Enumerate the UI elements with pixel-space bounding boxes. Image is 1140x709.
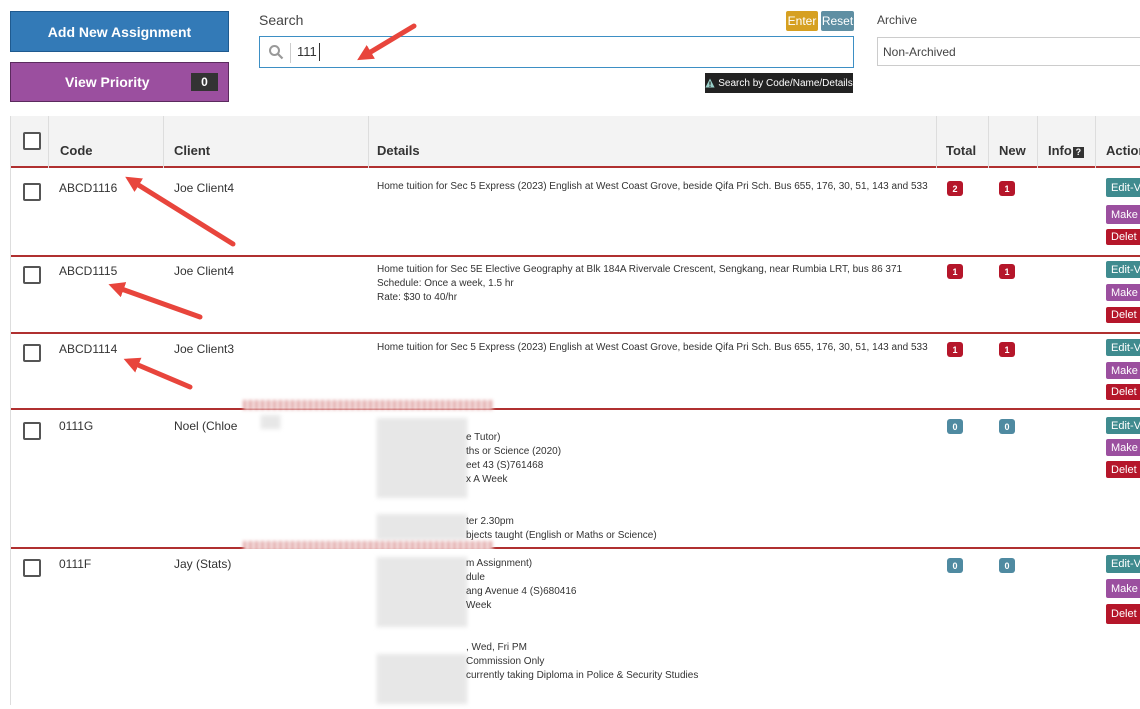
edit-button[interactable]: Edit-V: [1106, 339, 1140, 356]
delete-button[interactable]: Delet: [1106, 307, 1140, 323]
row-checkbox[interactable]: [23, 344, 41, 362]
total-badge[interactable]: 1: [947, 264, 963, 279]
search-input[interactable]: 111: [259, 36, 854, 68]
header-total[interactable]: Total: [946, 143, 976, 158]
table-row: 0111F Jay (Stats) m Assignment) dule ang…: [11, 549, 1140, 709]
table-row: ABCD1116 Joe Client4 Home tuition for Se…: [11, 168, 1140, 257]
header-new[interactable]: New: [999, 143, 1026, 158]
search-label: Search: [259, 12, 304, 28]
row-details: e Tutor) ths or Science (2020) eet 43 (S…: [466, 432, 657, 541]
row-code[interactable]: 0111G: [59, 419, 93, 433]
row-details: Home tuition for Sec 5 Express (2023) En…: [377, 181, 928, 192]
delete-button[interactable]: Delet: [1106, 461, 1140, 478]
new-badge[interactable]: 1: [999, 342, 1015, 357]
new-badge[interactable]: 1: [999, 264, 1015, 279]
search-tooltip-text: Search by Code/Name/Details: [718, 77, 853, 89]
row-client[interactable]: Joe Client4: [174, 181, 234, 195]
edit-button[interactable]: Edit-V: [1106, 261, 1140, 278]
assignment-table: Code Client Details Total New Info? Acti…: [10, 116, 1140, 709]
make-button[interactable]: Make: [1106, 362, 1140, 379]
edit-button[interactable]: Edit-V: [1106, 555, 1140, 573]
enter-button[interactable]: Enter: [786, 11, 818, 31]
make-button[interactable]: Make: [1106, 205, 1140, 224]
redaction-blur: [377, 418, 467, 498]
search-tooltip: Search by Code/Name/Details: [705, 73, 853, 93]
total-badge[interactable]: 2: [947, 181, 963, 196]
row-client[interactable]: Noel (Chloe: [174, 419, 237, 433]
header-info: Info?: [1048, 143, 1084, 158]
warning-icon: [705, 78, 715, 88]
total-badge[interactable]: 0: [947, 558, 963, 573]
make-button[interactable]: Make: [1106, 579, 1140, 598]
row-code[interactable]: ABCD1115: [59, 264, 117, 278]
new-badge[interactable]: 0: [999, 419, 1015, 434]
search-value: 111: [297, 44, 317, 59]
header-info-label: Info: [1048, 143, 1072, 158]
edit-button[interactable]: Edit-V: [1106, 417, 1140, 434]
redaction-blur: [377, 557, 467, 627]
row-checkbox[interactable]: [23, 266, 41, 284]
delete-button[interactable]: Delet: [1106, 384, 1140, 400]
view-priority-label: View Priority: [65, 74, 150, 90]
add-new-assignment-button[interactable]: Add New Assignment: [10, 11, 229, 52]
row-code[interactable]: ABCD1116: [59, 181, 117, 195]
row-checkbox[interactable]: [23, 183, 41, 201]
view-priority-button[interactable]: View Priority 0: [10, 62, 229, 102]
make-button[interactable]: Make: [1106, 284, 1140, 301]
delete-button[interactable]: Delet: [1106, 229, 1140, 245]
redaction-blur: [243, 400, 493, 410]
total-badge[interactable]: 1: [947, 342, 963, 357]
search-icon: [269, 45, 284, 60]
row-client[interactable]: Joe Client4: [174, 264, 234, 278]
search-separator: [290, 43, 291, 63]
header-details[interactable]: Details: [377, 143, 420, 158]
table-row: ABCD1114 Joe Client3 Home tuition for Se…: [11, 334, 1140, 410]
header-client[interactable]: Client: [174, 143, 210, 158]
header-code[interactable]: Code: [60, 143, 93, 158]
redaction-blur: [261, 415, 281, 429]
row-checkbox[interactable]: [23, 422, 41, 440]
archive-label: Archive: [877, 13, 918, 27]
top-bar: Add New Assignment View Priority 0 Searc…: [0, 0, 1140, 116]
row-checkbox[interactable]: [23, 559, 41, 577]
select-all-checkbox[interactable]: [23, 132, 41, 150]
redaction-blur: [377, 514, 467, 540]
reset-button[interactable]: Reset: [821, 11, 854, 31]
edit-button[interactable]: Edit-V: [1106, 178, 1140, 197]
new-badge[interactable]: 1: [999, 181, 1015, 196]
row-code[interactable]: 0111F: [59, 557, 91, 571]
new-badge[interactable]: 0: [999, 558, 1015, 573]
table-row: 0111G Noel (Chloe e Tutor) ths or Scienc…: [11, 400, 1140, 551]
redaction-blur: [377, 654, 467, 704]
help-icon[interactable]: ?: [1072, 147, 1084, 158]
table-header: Code Client Details Total New Info? Acti…: [11, 116, 1140, 168]
header-action: Action: [1106, 143, 1140, 158]
table-row: ABCD1115 Joe Client4 Home tuition for Se…: [11, 257, 1140, 334]
row-client[interactable]: Jay (Stats): [174, 557, 231, 571]
priority-count-badge: 0: [191, 73, 218, 91]
delete-button[interactable]: Delet: [1106, 604, 1140, 624]
total-badge[interactable]: 0: [947, 419, 963, 434]
archive-select[interactable]: Non-Archived: [877, 37, 1140, 66]
text-caret: [319, 43, 320, 61]
row-details: m Assignment) dule ang Avenue 4 (S)68041…: [466, 558, 699, 681]
make-button[interactable]: Make: [1106, 439, 1140, 456]
row-code[interactable]: ABCD1114: [59, 342, 117, 356]
row-client[interactable]: Joe Client3: [174, 342, 234, 356]
row-details: Home tuition for Sec 5E Elective Geograp…: [377, 264, 903, 303]
row-details: Home tuition for Sec 5 Express (2023) En…: [377, 342, 928, 353]
